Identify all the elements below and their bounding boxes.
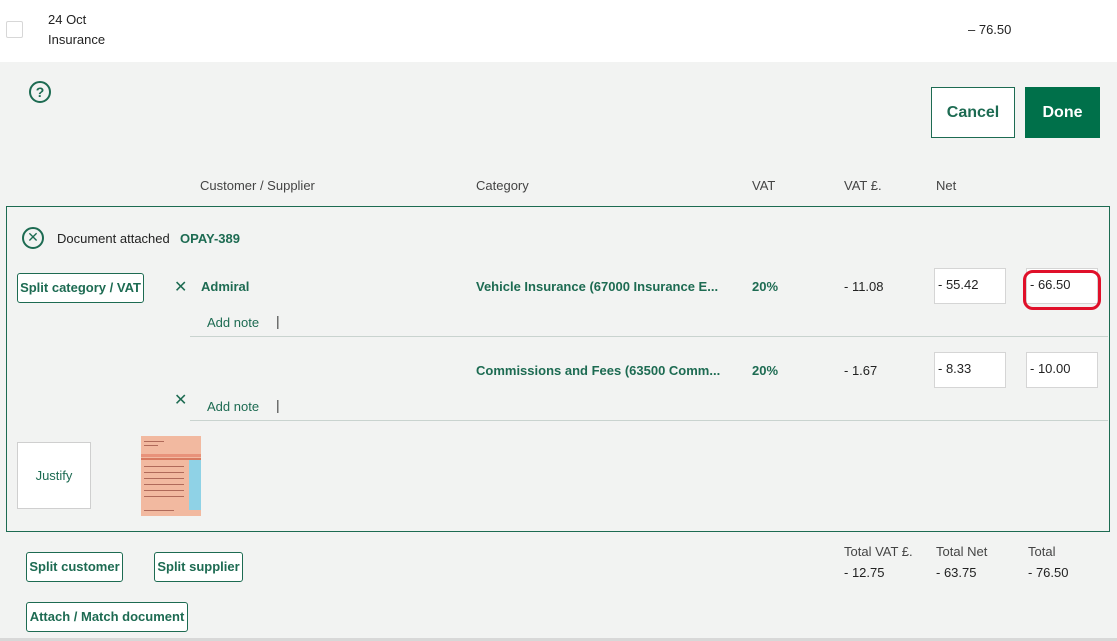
split-category-vat-button[interactable]: Split category / VAT [17, 273, 144, 303]
category-row-1[interactable]: Vehicle Insurance (67000 Insurance E... [476, 279, 718, 294]
document-attached-label: Document attached [57, 231, 170, 246]
document-reference[interactable]: OPAY-389 [180, 231, 240, 246]
remove-row-2-icon[interactable]: ✕ [174, 390, 187, 410]
justify-button[interactable]: Justify [17, 442, 91, 509]
column-header-vat-amount: VAT £. [844, 178, 882, 193]
total-value: - 76.50 [1028, 565, 1069, 580]
done-button[interactable]: Done [1025, 87, 1100, 138]
cancel-button[interactable]: Cancel [931, 87, 1015, 138]
document-thumbnail[interactable] [141, 436, 201, 516]
total-vat-label: Total VAT £. [844, 544, 913, 559]
net-input-row-2[interactable]: - 8.33 [934, 352, 1006, 388]
row-divider [190, 420, 1108, 421]
vat-rate-row-2[interactable]: 20% [752, 363, 778, 378]
transaction-amount: – 76.50 [968, 22, 1012, 37]
attach-match-document-button[interactable]: Attach / Match document [26, 602, 188, 632]
vat-amount-row-1: - 11.08 [844, 279, 884, 294]
remove-document-icon[interactable]: ✕ [22, 227, 44, 249]
help-icon[interactable]: ? [29, 81, 51, 103]
add-note-link-row-1[interactable]: Add note [207, 315, 259, 330]
row-divider [190, 336, 1108, 337]
net-input-row-1[interactable]: - 55.42 [934, 268, 1006, 304]
column-header-net: Net [936, 178, 957, 193]
vat-rate-row-1[interactable]: 20% [752, 279, 778, 294]
total-input-row-2[interactable]: - 10.00 [1026, 352, 1098, 388]
transaction-checkbox[interactable] [6, 21, 23, 38]
column-header-category: Category [476, 178, 529, 193]
vat-amount-row-2: - 1.67 [844, 363, 878, 378]
column-header-customer-supplier: Customer / Supplier [200, 178, 315, 193]
transaction-date: 24 Oct [48, 12, 87, 27]
remove-row-1-icon[interactable]: ✕ [174, 277, 187, 297]
text-cursor: | [276, 397, 280, 413]
category-row-2[interactable]: Commissions and Fees (63500 Comm... [476, 363, 720, 378]
total-net-value: - 63.75 [936, 565, 977, 580]
supplier-name[interactable]: Admiral [201, 279, 249, 294]
split-supplier-button[interactable]: Split supplier [154, 552, 243, 582]
total-label: Total [1028, 544, 1056, 559]
total-vat-value: - 12.75 [844, 565, 885, 580]
column-header-vat: VAT [752, 178, 776, 193]
highlight-annotation [1023, 270, 1101, 310]
split-customer-button[interactable]: Split customer [26, 552, 123, 582]
add-note-link-row-2[interactable]: Add note [207, 399, 259, 414]
transaction-row[interactable]: 24 Oct Insurance – 76.50 [0, 0, 1117, 62]
text-cursor: | [276, 313, 280, 329]
transaction-description: Insurance [48, 32, 106, 47]
total-net-label: Total Net [936, 544, 988, 559]
